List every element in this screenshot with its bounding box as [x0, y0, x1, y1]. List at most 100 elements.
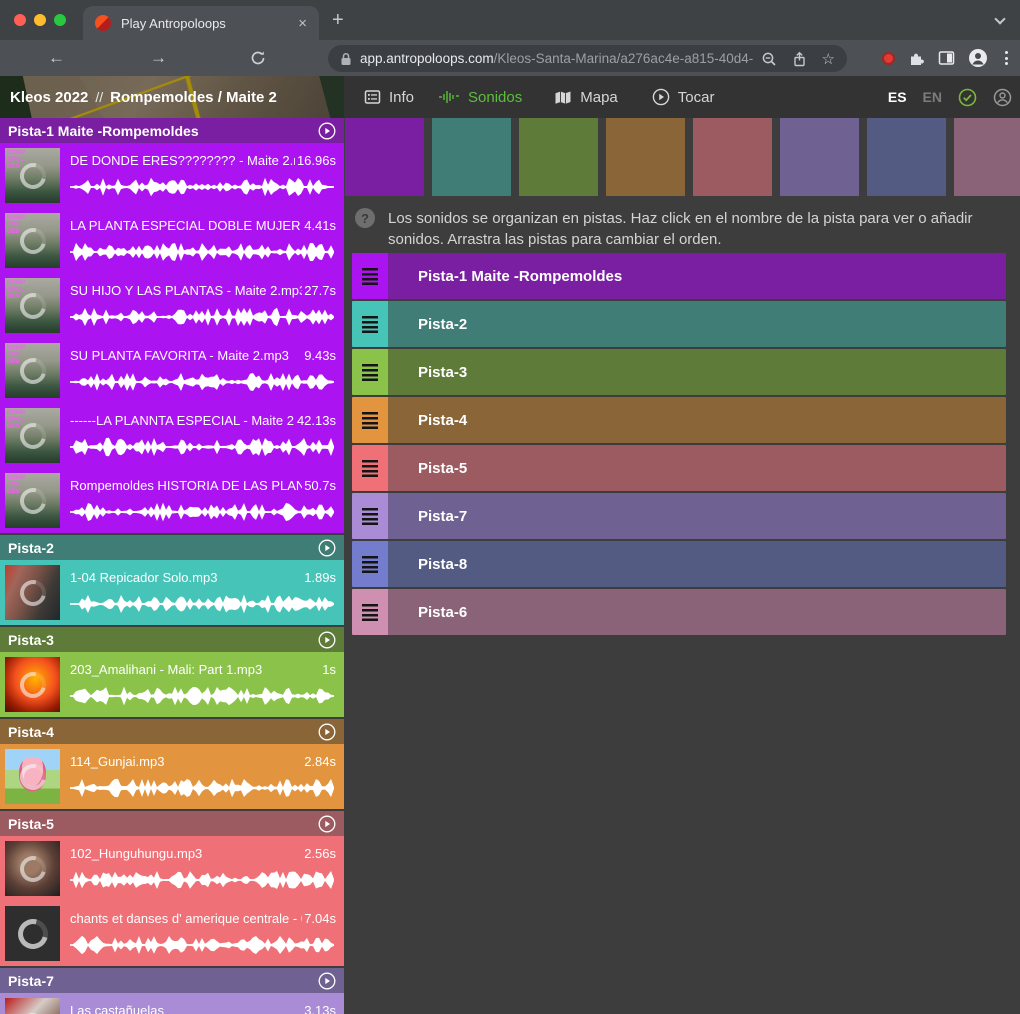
clip-waveform[interactable] [70, 242, 336, 262]
track-row-body[interactable]: Pista-4 [388, 397, 1006, 443]
thumbnail-label: ROMPEMOLDES [7, 215, 27, 236]
browser-menu-icon[interactable] [1001, 51, 1012, 65]
profile-avatar-icon[interactable] [968, 48, 988, 68]
track-row-body[interactable]: Pista-2 [388, 301, 1006, 347]
drag-handle[interactable] [352, 589, 388, 635]
clip-waveform[interactable] [70, 935, 336, 955]
url-domain: app.antropoloops.com [360, 51, 494, 66]
track-row[interactable]: Pista-7 [352, 493, 1006, 539]
clip-waveform[interactable] [70, 372, 336, 392]
sidebar-track-header[interactable]: Pista-4 [0, 719, 344, 744]
clip-thumbnail [5, 657, 60, 712]
clip-row[interactable]: Las castañuelas 3.13s [0, 993, 344, 1014]
window-zoom-button[interactable] [54, 14, 66, 26]
track-row[interactable]: Pista-8 [352, 541, 1006, 587]
track-row[interactable]: Pista-3 [352, 349, 1006, 395]
play-track-icon[interactable] [318, 122, 336, 140]
drag-handle[interactable] [352, 349, 388, 395]
clip-row[interactable]: ROMPEMOLDES SU HIJO Y LAS PLANTAS - Mait… [0, 273, 344, 338]
clip-main: ------LA PLANNTA ESPECIAL - Maite 2.mp3 … [70, 408, 336, 463]
side-panel-icon[interactable] [938, 50, 955, 66]
extensions-puzzle-icon[interactable] [908, 50, 925, 67]
lock-icon[interactable] [340, 52, 352, 66]
new-tab-button[interactable]: + [332, 10, 344, 30]
drag-handle-icon [362, 556, 378, 573]
record-extension-icon[interactable] [882, 52, 895, 65]
clip-row[interactable]: ROMPEMOLDES SU PLANTA FAVORITA - Maite 2… [0, 338, 344, 403]
sidebar-track-header[interactable]: Pista-7 [0, 968, 344, 993]
clip-waveform[interactable] [70, 870, 336, 890]
clip-row[interactable]: chants et danses d' amerique centrale - … [0, 901, 344, 966]
sidebar-track-name: Pista-3 [8, 632, 318, 648]
drag-handle-icon [362, 412, 378, 429]
reload-button[interactable] [250, 50, 266, 66]
track-row-body[interactable]: Pista-3 [388, 349, 1006, 395]
track-row[interactable]: Pista-4 [352, 397, 1006, 443]
play-track-icon[interactable] [318, 631, 336, 649]
track-row-body[interactable]: Pista-6 [388, 589, 1006, 635]
sidebar-track-header[interactable]: Pista-5 [0, 811, 344, 836]
drag-handle[interactable] [352, 493, 388, 539]
browser-tab[interactable]: Play Antropoloops × [83, 6, 319, 40]
drag-handle[interactable] [352, 541, 388, 587]
sidebar-track-header[interactable]: Pista-1 Maite -Rompemoldes [0, 118, 344, 143]
clip-duration: 9.43s [304, 348, 336, 363]
window-close-button[interactable] [14, 14, 26, 26]
play-track-icon[interactable] [318, 972, 336, 990]
clip-row[interactable]: 203_Amalihani - Mali: Part 1.mp3 1s [0, 652, 344, 717]
drag-handle[interactable] [352, 397, 388, 443]
track-row[interactable]: Pista-5 [352, 445, 1006, 491]
share-icon[interactable] [792, 51, 807, 67]
sidebar-track-name: Pista-1 Maite -Rompemoldes [8, 123, 318, 139]
clip-row[interactable]: 102_Hunguhungu.mp3 2.56s [0, 836, 344, 901]
track-row[interactable]: Pista-1 Maite -Rompemoldes [352, 253, 1006, 299]
clip-waveform[interactable] [70, 307, 336, 327]
clip-waveform[interactable] [70, 177, 336, 197]
track-row[interactable]: Pista-6 [352, 589, 1006, 635]
sidebar-track-header[interactable]: Pista-2 [0, 535, 344, 560]
clip-waveform[interactable] [70, 686, 336, 706]
track-row-name: Pista-8 [418, 556, 467, 573]
clip-row[interactable]: ROMPEMOLDES ------LA PLANNTA ESPECIAL - … [0, 403, 344, 468]
play-track-icon[interactable] [318, 815, 336, 833]
clip-row[interactable]: 114_Gunjai.mp3 2.84s [0, 744, 344, 809]
drag-handle-icon [362, 604, 378, 621]
sidebar-track-name: Pista-5 [8, 816, 318, 832]
track-row-name: Pista-6 [418, 604, 467, 621]
breadcrumb[interactable]: Kleos 2022 // Rompemoldes / Maite 2 [0, 76, 344, 118]
track-row-body[interactable]: Pista-7 [388, 493, 1006, 539]
clip-name: Rompemoldes HISTORIA DE LAS PLANTAS... [70, 478, 302, 493]
clip-waveform[interactable] [70, 594, 336, 614]
address-bar[interactable]: app.antropoloops.com/Kleos-Santa-Marina/… [328, 45, 847, 72]
tab-title: Play Antropoloops [121, 16, 288, 31]
clip-row[interactable]: ROMPEMOLDES LA PLANTA ESPECIAL DOBLE MUJ… [0, 208, 344, 273]
drag-handle[interactable] [352, 301, 388, 347]
clip-waveform[interactable] [70, 502, 336, 522]
track-row-body[interactable]: Pista-5 [388, 445, 1006, 491]
clip-waveform[interactable] [70, 437, 336, 457]
track-row-name: Pista-3 [418, 364, 467, 381]
forward-button[interactable]: → [150, 48, 167, 68]
breadcrumb-project[interactable]: Kleos 2022 [10, 89, 88, 106]
url-text: app.antropoloops.com/Kleos-Santa-Marina/… [360, 51, 753, 66]
track-row-body[interactable]: Pista-8 [388, 541, 1006, 587]
sidebar-track-header[interactable]: Pista-3 [0, 627, 344, 652]
clip-thumbnail: ROMPEMOLDES [5, 213, 60, 268]
clip-row[interactable]: ROMPEMOLDES DE DONDE ERES???????? - Mait… [0, 143, 344, 208]
zoom-page-icon[interactable] [761, 51, 777, 67]
clip-waveform[interactable] [70, 778, 336, 798]
tab-search-chevron-icon[interactable] [994, 13, 1005, 24]
track-row[interactable]: Pista-2 [352, 301, 1006, 347]
tab-close-icon[interactable]: × [298, 16, 307, 31]
drag-handle[interactable] [352, 253, 388, 299]
bookmark-star-icon[interactable]: ☆ [822, 50, 835, 68]
play-track-icon[interactable] [318, 539, 336, 557]
clip-row[interactable]: 1-04 Repicador Solo.mp3 1.89s [0, 560, 344, 625]
track-row-body[interactable]: Pista-1 Maite -Rompemoldes [388, 253, 1006, 299]
clip-row[interactable]: ROMPEMOLDES Rompemoldes HISTORIA DE LAS … [0, 468, 344, 533]
window-minimize-button[interactable] [34, 14, 46, 26]
back-button[interactable]: ← [48, 48, 65, 68]
play-track-icon[interactable] [318, 723, 336, 741]
drag-handle[interactable] [352, 445, 388, 491]
track-row-name: Pista-2 [418, 316, 467, 333]
